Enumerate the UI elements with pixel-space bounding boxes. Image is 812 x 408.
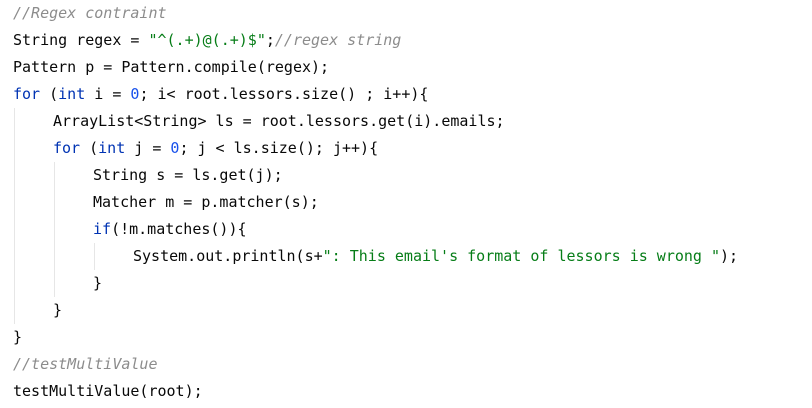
indent-guide [54,162,55,297]
code-token: int [58,85,86,103]
code-line[interactable]: for (int i = 0; i< root.lessors.size() ;… [13,81,428,108]
code-token: (!m.matches()){ [111,220,247,238]
code-line[interactable]: Matcher m = p.matcher(s); [93,189,319,216]
code-line[interactable]: } [53,297,62,324]
code-token: String s = ls.get(j); [93,166,283,184]
code-token: System.out.println(s+ [133,247,323,265]
code-editor[interactable]: //Regex contraint String regex = "^(.+)@(… [0,0,812,408]
code-token: //Regex contraint [13,4,167,22]
code-token: Matcher m = p.matcher(s); [93,193,319,211]
code-token: } [13,328,23,346]
code-token: ( [40,85,59,103]
code-token: Pattern p = Pattern.compile(regex); [13,58,330,76]
code-line[interactable]: //Regex contraint [13,0,167,27]
code-token: testMultiValue(root); [13,382,203,400]
code-token: "^(.+)@(.+)$" [148,31,266,49]
code-token: //testMultiValue [13,355,158,373]
code-token: } [53,301,63,319]
code-token: i = [85,85,131,103]
indent-guide [94,243,95,270]
code-line[interactable]: ArrayList<String> ls = root.lessors.get(… [53,108,505,135]
code-token: j = [125,139,171,157]
code-line[interactable]: String regex = "^(.+)@(.+)$";//regex str… [13,27,401,54]
code-token: ArrayList<String> ls = root.lessors.get(… [53,112,505,130]
code-line[interactable]: testMultiValue(root); [13,378,203,405]
code-token: for [53,139,81,157]
code-line[interactable]: String s = ls.get(j); [93,162,283,189]
code-token: if [93,220,112,238]
indent-guide [14,108,15,324]
code-line[interactable]: Pattern p = Pattern.compile(regex); [13,54,329,81]
code-line[interactable]: System.out.println(s+": This email's for… [133,243,738,270]
code-token: ; j < ls.size(); j++){ [179,139,379,157]
code-token: //regex string [274,31,402,49]
code-line[interactable]: //testMultiValue [13,351,158,378]
code-token: ": This email's format of lessors is wro… [322,247,721,265]
code-line[interactable]: } [93,270,102,297]
code-token: for [13,85,41,103]
code-token: ; i< root.lessors.size() ; i++){ [139,85,429,103]
code-line[interactable]: } [13,324,22,351]
code-token: } [93,274,103,292]
code-line[interactable]: for (int j = 0; j < ls.size(); j++){ [53,135,378,162]
code-token: ); [720,247,739,265]
code-token: ( [80,139,99,157]
code-token: String regex = [13,31,149,49]
code-token: int [98,139,126,157]
code-token: ; [265,31,275,49]
code-line[interactable]: if(!m.matches()){ [93,216,247,243]
